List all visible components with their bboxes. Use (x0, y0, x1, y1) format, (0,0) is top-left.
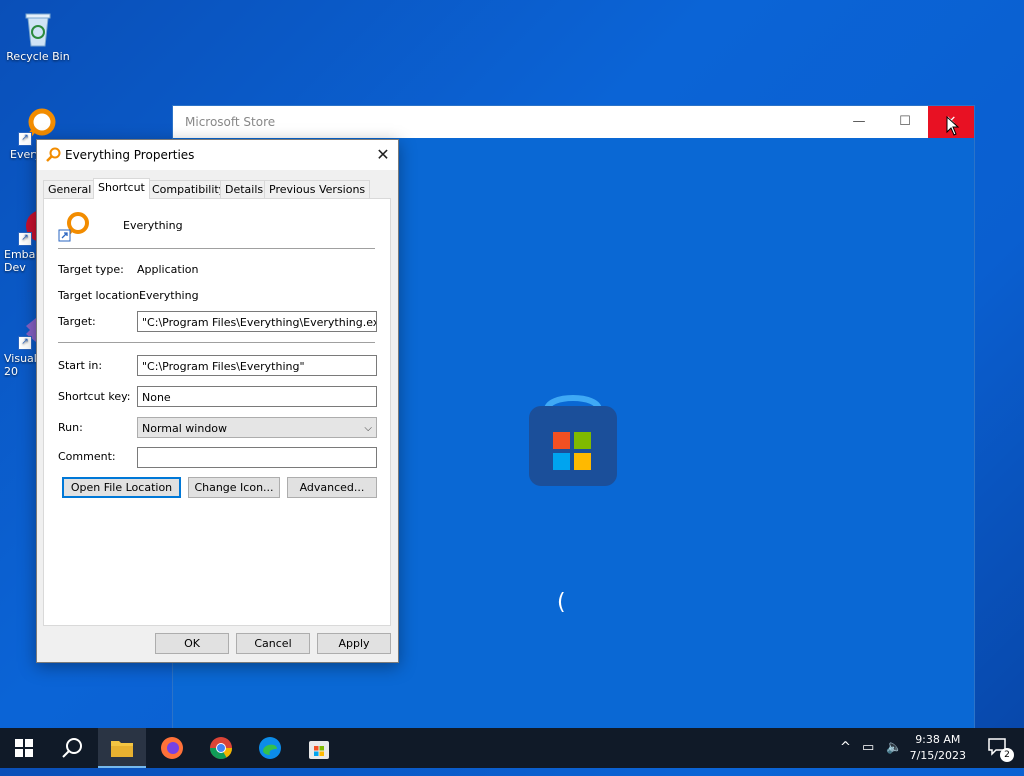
target-field[interactable]: "C:\Program Files\Everything\Everything.… (137, 311, 377, 332)
shortcut-arrow-icon: ↗ (18, 132, 32, 146)
everything-properties-dialog[interactable]: Everything Properties ✕ General Shortcut… (36, 139, 399, 663)
taskbar-chrome[interactable] (197, 728, 245, 768)
chrome-icon (210, 737, 232, 759)
start-button[interactable] (0, 728, 48, 768)
clock-time: 9:38 AM (915, 733, 961, 746)
ok-button[interactable]: OK (155, 633, 229, 654)
dialog-close-button[interactable]: ✕ (368, 140, 398, 170)
dialog-titlebar[interactable]: Everything Properties ✕ (37, 140, 398, 170)
tab-previous-versions[interactable]: Previous Versions (264, 180, 371, 199)
tab-general[interactable]: General (43, 180, 97, 199)
target-location-value: Everything (139, 289, 199, 302)
clock-date: 7/15/2023 (909, 749, 966, 762)
taskbar-microsoft-store[interactable] (295, 728, 343, 768)
store-titlebar[interactable]: Microsoft Store — ☐ ✕ (173, 106, 974, 138)
change-icon-button[interactable]: Change Icon... (188, 477, 280, 498)
target-label: Target: (58, 315, 96, 328)
store-icon (309, 741, 329, 759)
advanced-button[interactable]: Advanced... (287, 477, 377, 498)
microsoft-store-logo-icon (525, 390, 621, 488)
store-window-title: Microsoft Store (185, 115, 276, 129)
firefox-icon (161, 737, 183, 759)
target-location-label: Target location: (58, 289, 143, 302)
tab-shortcut[interactable]: Shortcut (93, 178, 150, 199)
everything-app-icon (45, 147, 61, 163)
target-type-label: Target type: (58, 263, 124, 276)
shortcut-key-field[interactable]: None (137, 386, 377, 407)
chevron-down-icon: ⌵ (364, 423, 372, 434)
shortcut-arrow-icon: ↗ (18, 336, 32, 350)
desktop-icon-label: Recycle Bin (6, 50, 70, 63)
start-in-field[interactable]: "C:\Program Files\Everything" (137, 355, 377, 376)
search-button[interactable] (48, 728, 96, 768)
show-hidden-icons-chevron-up-icon[interactable]: ^ (840, 740, 851, 755)
separator (58, 342, 375, 343)
volume-muted-icon[interactable]: 🔈 (886, 740, 902, 755)
store-maximize-button[interactable]: ☐ (882, 106, 928, 138)
app-name: Everything (123, 219, 183, 232)
separator (58, 248, 375, 249)
clock[interactable]: 9:38 AM 7/15/2023 (910, 732, 966, 764)
shortcut-arrow-icon: ↗ (18, 232, 32, 246)
apply-button[interactable]: Apply (317, 633, 391, 654)
edge-icon (259, 737, 281, 759)
run-select-value: Normal window (142, 422, 228, 435)
shortcut-key-label: Shortcut key: (58, 390, 131, 403)
taskbar: ^ ▭ 🔈 9:38 AM 7/15/2023 2 (0, 728, 1024, 768)
target-type-value: Application (137, 263, 199, 276)
loading-spinner-icon: ( (557, 590, 566, 615)
mouse-pointer-icon (946, 115, 960, 139)
taskbar-firefox[interactable] (148, 728, 196, 768)
open-file-location-button[interactable]: Open File Location (62, 477, 181, 498)
dialog-title: Everything Properties (65, 148, 195, 162)
tab-compatibility[interactable]: Compatibility (147, 180, 231, 199)
start-in-label: Start in: (58, 359, 103, 372)
search-icon (62, 738, 82, 758)
store-minimize-button[interactable]: — (836, 106, 882, 138)
network-icon[interactable]: ▭ (862, 740, 874, 755)
notification-count-badge: 2 (1000, 748, 1014, 762)
folder-icon (111, 741, 133, 757)
comment-field[interactable] (137, 447, 377, 468)
shortcut-tab-panel: Everything Target type: Application Targ… (43, 198, 391, 626)
taskbar-edge[interactable] (246, 728, 294, 768)
run-select[interactable]: Normal window ⌵ (137, 417, 377, 438)
windows-logo-icon (15, 739, 33, 757)
recycle-bin-icon (18, 8, 58, 48)
tab-details[interactable]: Details (220, 180, 269, 199)
taskbar-file-explorer[interactable] (98, 728, 146, 768)
everything-large-icon (58, 209, 92, 243)
comment-label: Comment: (58, 450, 116, 463)
desktop-icon-recycle-bin[interactable]: Recycle Bin (0, 8, 76, 63)
cancel-button[interactable]: Cancel (236, 633, 310, 654)
notification-center-button[interactable]: 2 (988, 738, 1014, 762)
run-label: Run: (58, 421, 83, 434)
